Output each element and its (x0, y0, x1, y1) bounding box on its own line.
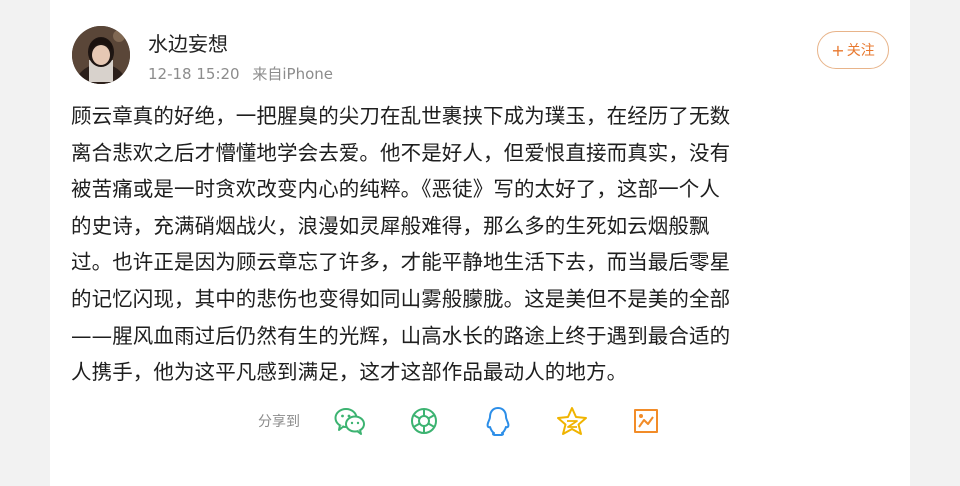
wechat-icon[interactable] (332, 403, 368, 439)
qq-icon[interactable] (480, 403, 516, 439)
weibo-post-card: 水边妄想 12-18 15:20 来自iPhone + 关注 顾云章真的好绝，一… (50, 0, 910, 486)
avatar-image (72, 26, 130, 84)
share-label: 分享到 (258, 414, 300, 430)
post-meta: 12-18 15:20 来自iPhone (148, 64, 333, 84)
plus-icon: + (831, 40, 845, 60)
avatar[interactable] (72, 26, 130, 84)
username[interactable]: 水边妄想 (148, 32, 228, 56)
qzone-icon[interactable] (554, 403, 590, 439)
post-text: 顾云章真的好绝，一把腥臭的尖刀在乱世裹挟下成为璞玉，在经历了无数 离合悲欢之后才… (71, 104, 731, 385)
weibo-share-icon[interactable] (628, 403, 664, 439)
moments-icon[interactable] (406, 403, 442, 439)
share-bar: 分享到 (258, 403, 702, 439)
follow-label: 关注 (846, 43, 875, 59)
follow-button[interactable]: + 关注 (817, 31, 889, 69)
post-time: 12-18 15:20 (148, 65, 240, 83)
post-source: 来自iPhone (252, 65, 334, 83)
